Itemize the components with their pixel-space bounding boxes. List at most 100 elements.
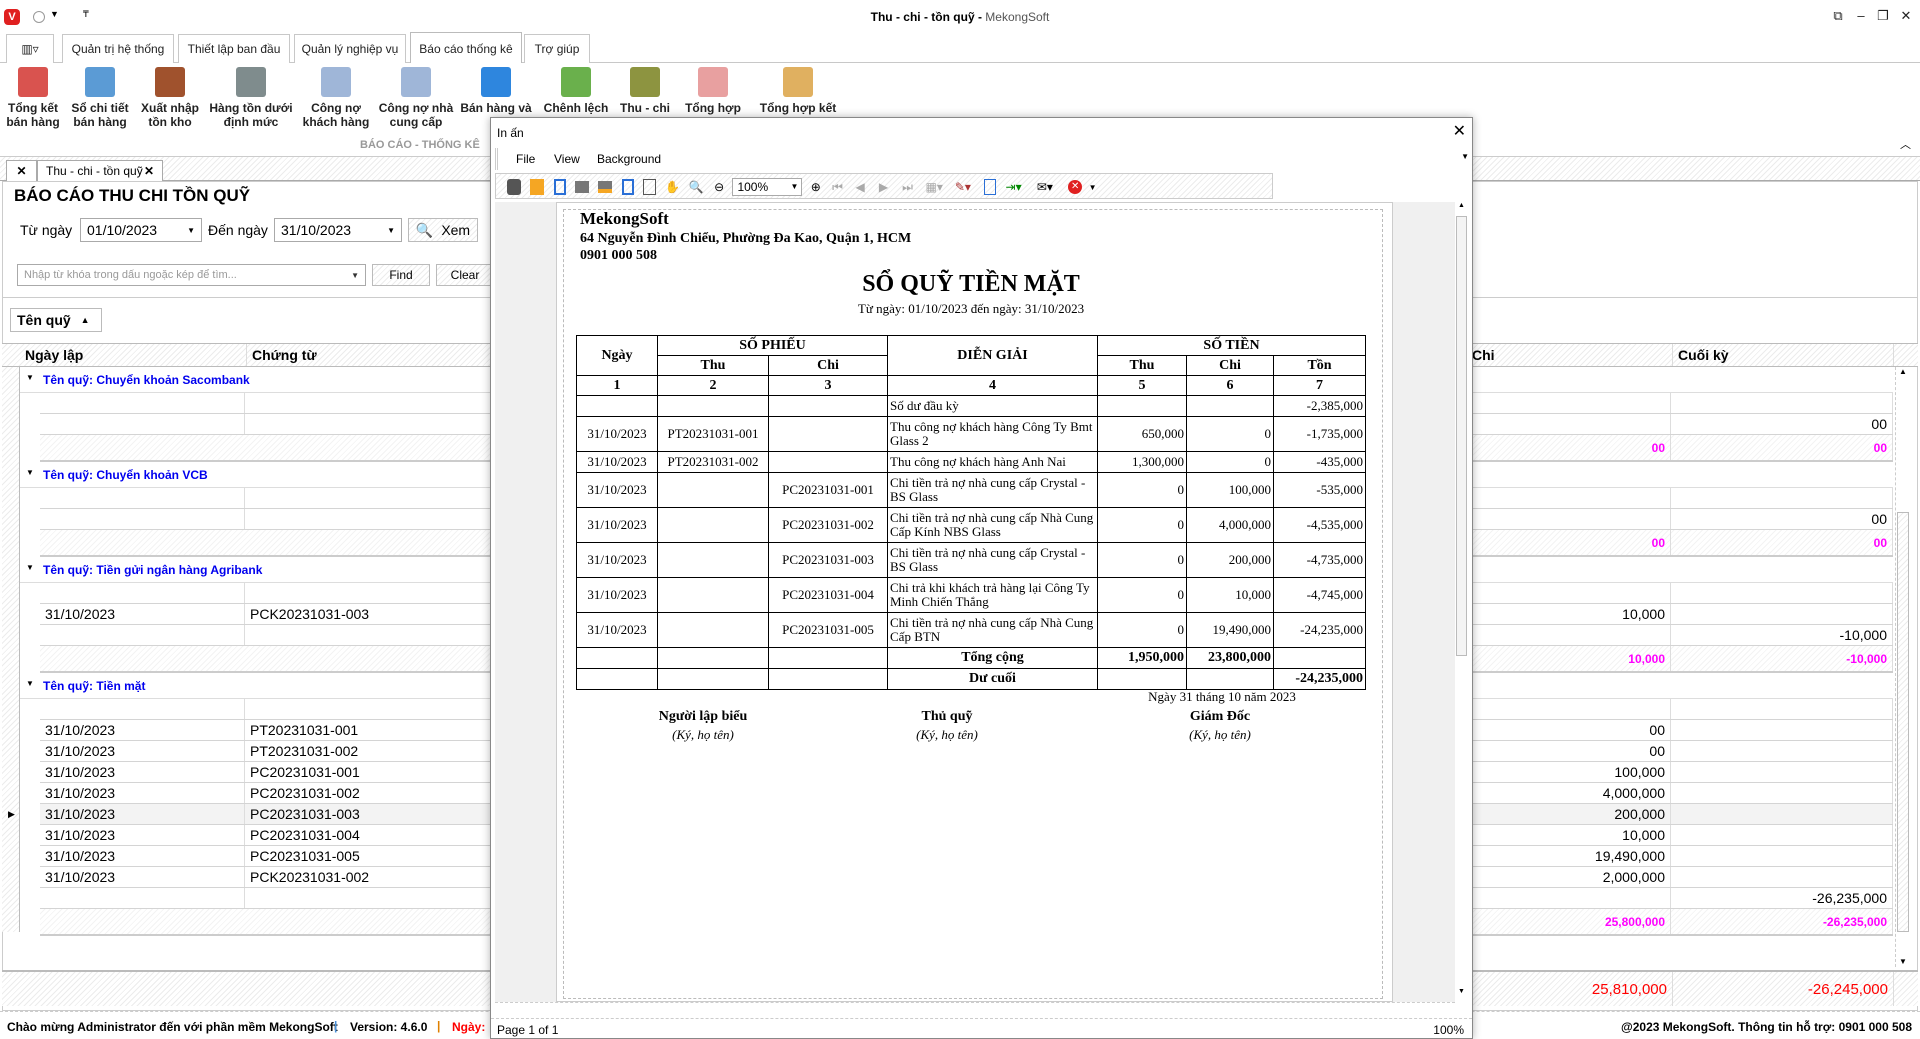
preview-vertical-scrollbar[interactable]: ▲ ▼	[1455, 202, 1469, 1002]
ribbon-button[interactable]: Công nợ khách hàng	[294, 67, 378, 129]
chi-cell: 19,490,000	[1468, 846, 1671, 866]
chi-cell: 10,000	[1468, 604, 1671, 624]
menu-file[interactable]: File	[516, 152, 535, 166]
scale-icon[interactable]	[643, 179, 657, 195]
sign-date: Ngày 31 tháng 10 năm 2023	[1148, 689, 1296, 704]
ton-cell: -435,000	[1273, 451, 1366, 473]
ribbon-button[interactable]: Hàng tồn dưới định mức	[209, 67, 293, 129]
tab-help[interactable]: Trợ giúp	[524, 34, 590, 63]
column-header-chi[interactable]: Chi	[1470, 344, 1673, 366]
signer-block: Thủ quỹ (Ký, họ tên)	[867, 709, 1027, 743]
chi-cell: 200,000	[1186, 542, 1274, 578]
minimize-button[interactable]: –	[1851, 8, 1871, 23]
ribbon-button[interactable]: Xuất nhập tồn kho	[128, 67, 212, 129]
report-icon	[85, 67, 115, 97]
zoom-out-icon[interactable]: ⊖	[712, 179, 726, 195]
first-page-icon[interactable]: ⏮	[832, 179, 846, 195]
ribbon-button[interactable]: Tổng hợp kết	[756, 67, 840, 115]
maximize-button[interactable]: ❐	[1873, 8, 1893, 24]
scrollbar-thumb[interactable]	[1897, 512, 1909, 932]
next-page-icon[interactable]: ▶	[879, 179, 893, 195]
email-icon[interactable]: ✉▾	[1037, 179, 1059, 195]
page-title: BÁO CÁO THU CHI TỒN QUỸ	[14, 186, 251, 205]
from-date-picker[interactable]: 01/10/2023 ▼	[80, 218, 202, 242]
toolbar-overflow-icon[interactable]: ▼	[1089, 183, 1097, 192]
tab-operations[interactable]: Quản lý nghiệp vụ	[294, 34, 406, 63]
ribbon-button[interactable]: Công nợ nhà cung cấp	[374, 67, 458, 129]
close-preview-icon[interactable]: ✕	[1068, 180, 1083, 194]
cuoi-ky-cell	[1671, 762, 1893, 782]
scroll-up-icon[interactable]: ▲	[1899, 367, 1907, 376]
hand-tool-icon[interactable]: ✋	[665, 179, 680, 195]
payment-no-cell	[768, 395, 888, 417]
expand-icon[interactable]: ▼	[26, 468, 34, 477]
menu-view[interactable]: View	[554, 152, 580, 166]
scroll-down-icon[interactable]: ▼	[1458, 988, 1465, 995]
restore-icon[interactable]: ⧉	[1828, 8, 1848, 24]
open-folder-icon[interactable]	[530, 179, 545, 195]
quick-print-icon[interactable]	[598, 181, 613, 193]
magnifier-icon[interactable]: 🔍	[689, 179, 704, 195]
header-tien-thu: Thu	[1097, 355, 1187, 376]
report-row: 31/10/2023 PC20231031-002 Chi tiền trả nợ …	[576, 507, 1366, 543]
chi-cell: 0	[1186, 416, 1274, 452]
description-cell: Thu công nợ khách hàng Công Ty Bmt Glass…	[887, 416, 1098, 452]
color-icon[interactable]: ✎▾	[955, 179, 975, 195]
view-button[interactable]: 🔍 Xem	[408, 218, 478, 242]
group-by-ten-quy[interactable]: Tên quỹ ▲	[10, 308, 102, 332]
search-input[interactable]: Nhập từ khóa trong dấu ngoặc kép để tìm.…	[17, 264, 366, 286]
menu-overflow-icon[interactable]: ▼	[1461, 152, 1469, 161]
page-setup-icon[interactable]	[621, 179, 634, 195]
close-button[interactable]: ✕	[1896, 8, 1916, 24]
date-cell: 31/10/2023	[40, 741, 245, 761]
menu-background[interactable]: Background	[597, 152, 661, 166]
column-header-date[interactable]: Ngày lập	[20, 344, 247, 366]
last-page-icon[interactable]: ⏭	[902, 179, 916, 195]
print-icon[interactable]	[575, 181, 590, 193]
export-icon[interactable]: ⇥▾	[1006, 179, 1028, 195]
group-label: Tên quỹ: Tiền gửi ngân hàng Agribank	[43, 563, 263, 577]
scrollbar-thumb[interactable]	[1456, 216, 1467, 656]
expand-icon[interactable]: ▼	[26, 373, 34, 382]
zoom-select[interactable]: 100% ▼	[732, 178, 803, 196]
description-cell: Chi tiền trả nợ nhà cung cấp Crystal - B…	[887, 542, 1098, 578]
tab-system-admin[interactable]: Quản trị hệ thống	[62, 34, 174, 63]
ton-cell: -4,535,000	[1273, 507, 1366, 543]
chi-cell: 100,000	[1186, 472, 1274, 508]
close-tab-icon[interactable]: ✕	[144, 164, 154, 178]
find-binoculars-icon[interactable]	[507, 179, 521, 195]
preview-horizontal-scrollbar[interactable]	[495, 1002, 1455, 1016]
expand-icon[interactable]: ▼	[26, 563, 34, 572]
chi-cell: 100,000	[1468, 762, 1671, 782]
previous-page-icon[interactable]: ◀	[855, 179, 869, 195]
clear-button[interactable]: Clear	[436, 264, 494, 286]
app-menu-button[interactable]: ▥▿	[6, 34, 54, 63]
doc-tab-thu-chi[interactable]: Thu - chi - tồn quỹ ✕	[37, 160, 163, 181]
scroll-down-icon[interactable]: ▼	[1899, 957, 1907, 966]
cuoi-ky-cell	[1671, 741, 1893, 761]
doc-tab-label: Thu - chi - tồn quỹ	[46, 164, 143, 178]
header-dien-giai: DIỄN GIẢI	[887, 335, 1098, 376]
payment-no-cell	[768, 416, 888, 452]
find-button[interactable]: Find	[372, 264, 430, 286]
close-all-tabs-button[interactable]: ✕	[6, 160, 37, 181]
multiple-pages-icon[interactable]: ▦▾	[926, 179, 946, 195]
column-header-cuoi-ky[interactable]: Cuối kỳ	[1673, 344, 1894, 366]
tab-reports[interactable]: Báo cáo thống kê	[410, 32, 522, 64]
ribbon-button[interactable]: Tổng hợp	[671, 67, 755, 115]
to-date-picker[interactable]: 31/10/2023 ▼	[274, 218, 402, 242]
watermark-icon[interactable]	[984, 179, 997, 195]
ton-cell: -4,735,000	[1273, 542, 1366, 578]
dialog-close-button[interactable]: ✕	[1453, 121, 1466, 141]
save-icon[interactable]	[553, 179, 566, 195]
scroll-up-icon[interactable]: ▲	[1458, 202, 1465, 209]
ribbon-collapse-icon[interactable]: ︿	[1900, 136, 1911, 152]
vertical-scrollbar[interactable]: ▲ ▼	[1895, 367, 1911, 967]
tab-initial-setup[interactable]: Thiết lập ban đầu	[178, 34, 290, 63]
zoom-in-icon[interactable]: ⊕	[809, 179, 823, 195]
receipt-no-cell: PT20231031-002	[657, 451, 769, 473]
chi-cell	[1186, 395, 1274, 417]
ribbon-button-label: Bán hàng và	[460, 101, 532, 115]
report-row: 31/10/2023 PT20231031-001 Thu công nợ khác…	[576, 416, 1366, 452]
expand-icon[interactable]: ▼	[26, 679, 34, 688]
